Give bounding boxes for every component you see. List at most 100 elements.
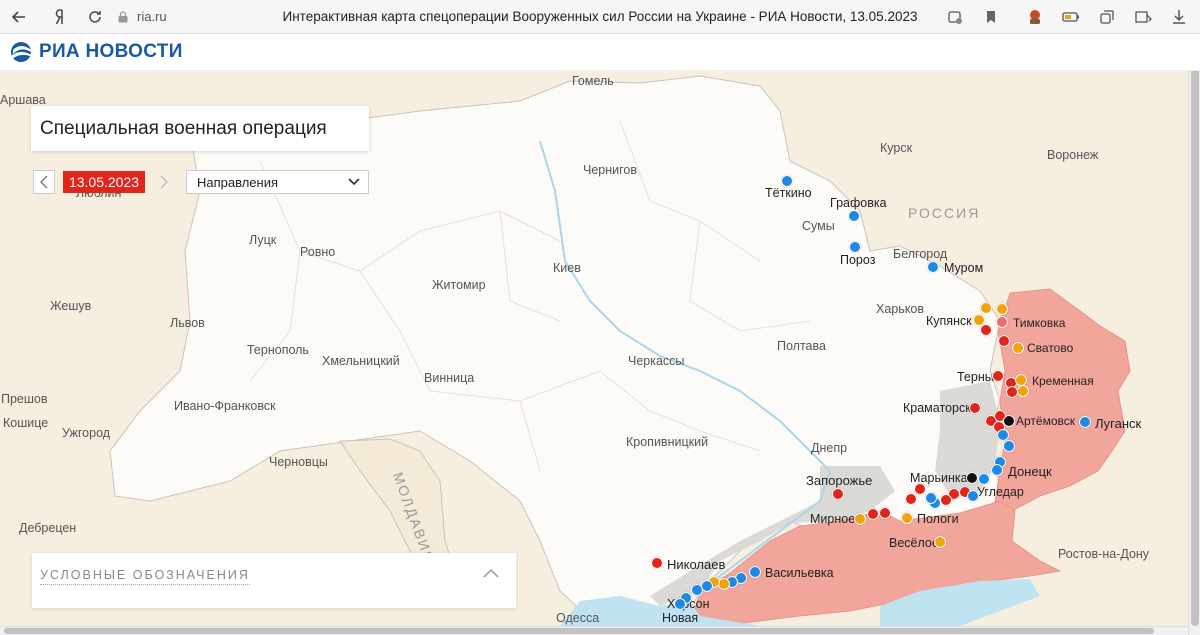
map-marker-black[interactable] [1003,415,1015,427]
map-marker-blue[interactable] [927,261,939,273]
map-marker-blue[interactable] [991,464,1003,476]
city-label: Полтава [777,339,826,353]
map-marker-blue[interactable] [1079,416,1091,428]
map-marker-orange[interactable] [1017,385,1029,397]
map-marker-red[interactable] [998,335,1010,347]
legend-title[interactable]: УСЛОВНЫЕ ОБОЗНАЧЕНИЯ [40,568,250,585]
site-logo[interactable]: РИА НОВОСТИ [9,40,183,64]
map-marker-blue[interactable] [848,210,860,222]
city-label: Киев [553,261,581,275]
map-marker-blue[interactable] [849,241,861,253]
city-label: Луцк [249,233,277,247]
next-date-button[interactable] [153,170,175,194]
map-marker-orange[interactable] [980,302,992,314]
reload-button[interactable] [81,3,109,31]
map-marker-orange[interactable] [1012,342,1024,354]
map-marker-blue[interactable] [925,492,937,504]
yandex-button[interactable] [47,3,75,31]
map-marker-blue[interactable] [749,566,761,578]
city-label: Одесса [556,611,600,625]
city-label: Черновцы [269,455,328,469]
city-label: Купянск [926,314,972,328]
map-area[interactable]: Гомель Курск Воронеж Чернигов Тёткино Графовк… [0,71,1188,626]
download-button[interactable] [1166,4,1192,30]
chevron-up-icon[interactable] [482,567,500,581]
vertical-scrollbar-thumb[interactable] [1191,36,1199,626]
extension-button[interactable] [1022,4,1048,30]
city-label: Тернополь [247,343,309,357]
bookmark-icon [987,11,995,23]
map-marker-red[interactable] [905,493,917,505]
extension-icon [1030,10,1040,24]
protect-button[interactable] [942,4,968,30]
map-marker-red[interactable] [969,402,981,414]
shield-icon [948,11,962,24]
city-label: Кременная [1032,374,1094,388]
address-bar[interactable]: ria.ru [117,9,167,24]
collections-button[interactable] [1094,4,1120,30]
map-marker-red[interactable] [992,370,1004,382]
city-label: Аршава [0,93,46,107]
city-label: Тёткино [765,186,812,200]
previous-date-button[interactable] [33,170,55,194]
horizontal-scrollbar-thumb[interactable] [4,628,1154,634]
battery-indicator[interactable] [1058,4,1084,30]
city-label: Курск [880,141,913,155]
map-marker-red[interactable] [980,324,992,336]
reader-button[interactable] [1130,4,1156,30]
city-label: Сумы [802,219,835,233]
city-label: Угледар [977,485,1024,499]
city-label: Сватово [1027,341,1074,355]
map-marker-red[interactable] [832,488,844,500]
direction-select[interactable]: Направления [186,170,369,194]
map-marker-blue[interactable] [967,490,979,502]
lock-icon [118,10,128,22]
battery-icon [1062,12,1079,22]
current-date-badge[interactable]: 13.05.2023 [63,171,145,193]
city-label: Кошице [3,416,49,430]
country-label: РОССИЯ [908,205,981,221]
map-marker-blue[interactable] [781,175,793,187]
map-marker-orange[interactable] [996,303,1008,315]
map-marker-orange[interactable] [934,536,946,548]
city-label: Мирное [810,512,856,526]
city-label: Чернигов [583,163,637,177]
chevron-down-icon [348,178,360,186]
map-marker-red[interactable] [867,508,879,520]
map-canvas[interactable] [0,71,1188,626]
map-marker-blue[interactable] [691,584,703,596]
map-marker-red[interactable] [940,494,952,506]
ria-logo-icon [11,42,32,62]
vertical-scrollbar[interactable] [1188,34,1200,635]
map-marker-red[interactable] [879,507,891,519]
map-marker-orange[interactable] [901,512,913,524]
map-marker-red[interactable] [914,483,926,495]
horizontal-scrollbar[interactable] [0,626,1188,635]
map-marker-blue[interactable] [1003,440,1015,452]
city-label: Прешов [1,392,48,406]
map-marker-orange[interactable] [854,513,866,525]
city-label: Ужгород [62,426,111,440]
city-label: Белгород [893,247,948,261]
city-label: Кропивницкий [626,435,709,449]
city-label: Краматорск [903,401,971,415]
reader-icon [1135,11,1152,23]
site-header: РИА НОВОСТИ [0,34,1200,71]
map-marker-pink[interactable] [996,316,1008,328]
chevron-left-icon [40,175,48,189]
city-label: Винница [424,371,475,385]
map-marker-blue[interactable] [978,473,990,485]
back-button[interactable] [5,3,33,31]
map-marker-black[interactable] [966,472,978,484]
map-marker-red[interactable] [1006,386,1018,398]
city-label: Днепр [811,441,848,455]
chevron-right-icon [160,175,168,189]
map-marker-red[interactable] [651,557,663,569]
map-marker-blue[interactable] [674,598,686,610]
city-label: Гомель [572,74,614,88]
yandex-icon [55,8,63,24]
bookmark-button[interactable] [978,4,1004,30]
city-label: Васильевка [765,566,834,580]
city-label: Черкассы [628,354,685,368]
browser-toolbar: ria.ru Интерактивная карта спецоперации … [0,0,1200,34]
